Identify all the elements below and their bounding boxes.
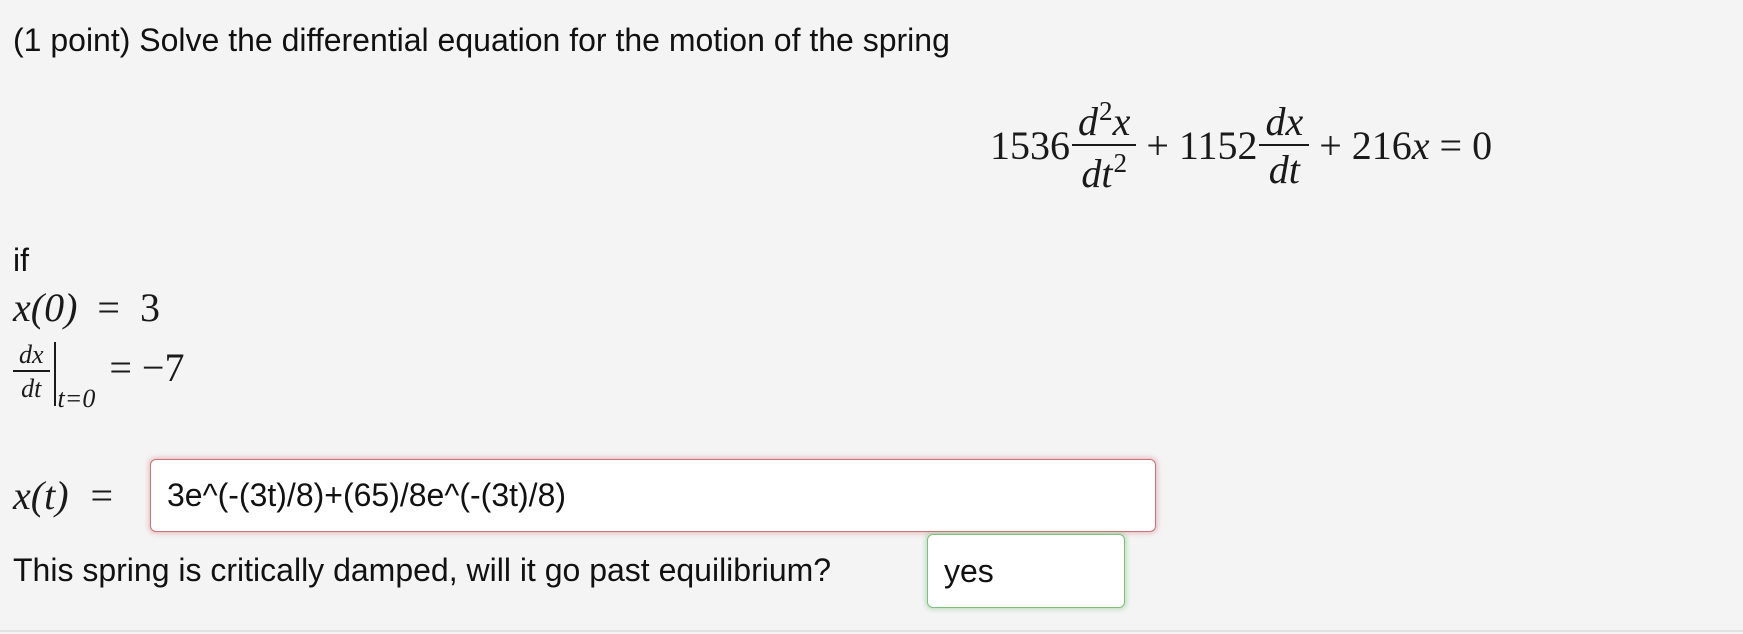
condition-rhs: −7 xyxy=(141,345,185,390)
second-derivative-fraction: d2x dt2 xyxy=(1072,96,1137,196)
condition-equals: = −7 xyxy=(109,344,184,391)
plus-operator: + xyxy=(1319,123,1342,169)
initial-velocity-condition: dx dt t=0 = −7 xyxy=(13,338,184,413)
differential-equation: 1536 d2x dt2 + 1152 dx dt + 216 x = 0 xyxy=(990,96,1493,196)
solution-answer-input[interactable] xyxy=(150,459,1156,532)
x-of-t: x(t) xyxy=(13,473,69,518)
dt-symbol: dt xyxy=(1268,146,1300,192)
equation-rhs: 0 xyxy=(1472,123,1493,169)
initial-position-condition: x(0) = 3 xyxy=(13,286,160,330)
coefficient-second-derivative: 1536 xyxy=(990,123,1070,169)
x-symbol: x xyxy=(1112,98,1131,144)
exponent: 2 xyxy=(1113,147,1128,178)
equilibrium-answer-input[interactable] xyxy=(927,534,1125,608)
coefficient-first-derivative: 1152 xyxy=(1178,123,1258,169)
dx-symbol: dx xyxy=(13,342,50,372)
condition-rhs: 3 xyxy=(139,285,160,330)
equals-operator: = xyxy=(109,345,132,390)
equals-operator: = xyxy=(1439,123,1463,169)
plus-operator: + xyxy=(1146,123,1169,169)
equals-operator: = xyxy=(97,285,120,330)
equilibrium-question: This spring is critically damped, will i… xyxy=(13,552,832,588)
exponent: 2 xyxy=(1099,96,1113,126)
problem-prompt: (1 point) Solve the differential equatio… xyxy=(13,22,950,58)
first-derivative-fraction: dx dt xyxy=(1259,101,1310,192)
dt-symbol: dt xyxy=(1081,150,1113,196)
bottom-divider xyxy=(0,630,1743,632)
d-symbol: d xyxy=(1078,98,1098,144)
evaluation-bar xyxy=(53,342,56,406)
dt-symbol: dt xyxy=(21,374,42,403)
equals-operator: = xyxy=(90,473,114,518)
x-symbol: x xyxy=(1411,123,1430,169)
evaluation-point: t=0 xyxy=(57,384,96,413)
dx-symbol: dx xyxy=(1259,101,1310,146)
answer-label: x(t) = xyxy=(13,472,113,520)
derivative-fraction: dx dt xyxy=(13,342,50,402)
if-label: if xyxy=(13,242,29,278)
coefficient-position: 216 xyxy=(1351,123,1412,169)
condition-lhs: x(0) xyxy=(13,285,78,330)
